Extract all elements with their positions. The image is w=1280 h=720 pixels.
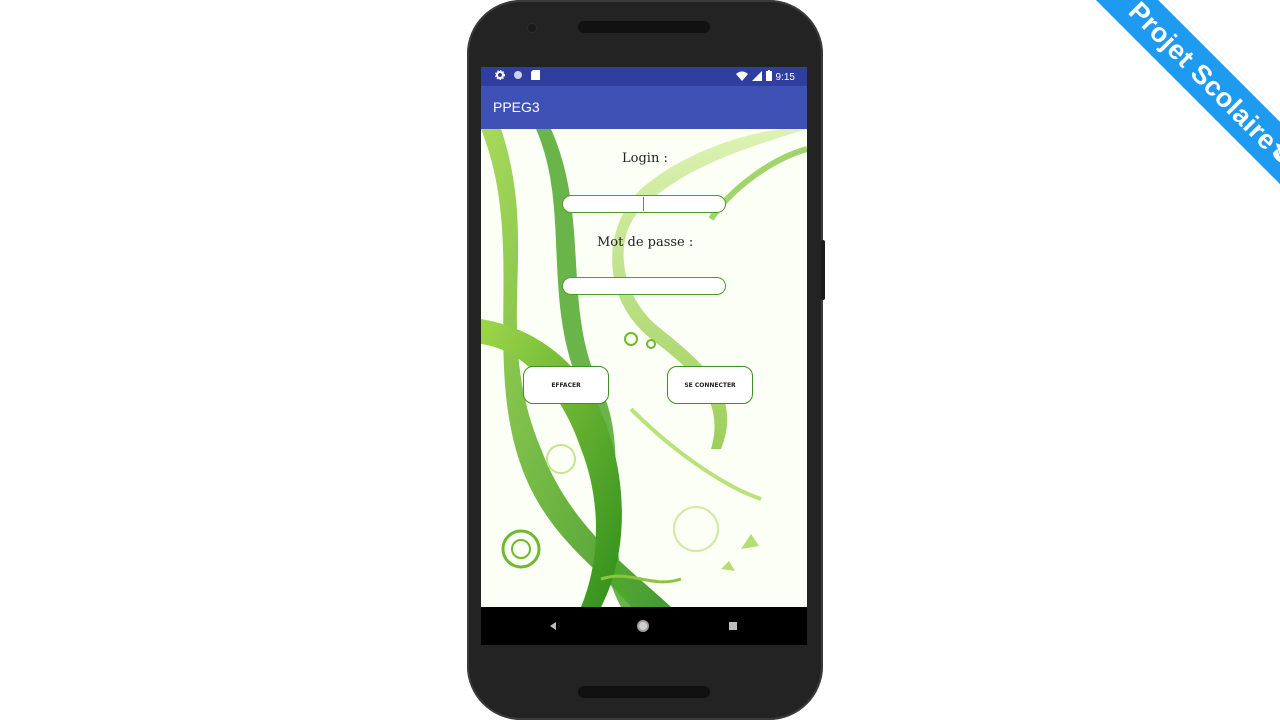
- connect-button[interactable]: SE CONNECTER: [667, 366, 753, 404]
- text-caret: [643, 197, 644, 211]
- status-bar: 9:15: [481, 67, 807, 86]
- ribbon-text: Projet Scolaire: [1123, 0, 1280, 156]
- password-input[interactable]: [562, 277, 726, 295]
- password-label: Mot de passe :: [597, 235, 694, 250]
- app-title: PPEG3: [493, 99, 540, 115]
- bottom-speaker: [578, 686, 710, 698]
- circle-icon: [513, 70, 523, 83]
- login-content: Login : Mot de passe : EFFACER SE CONNEC…: [481, 129, 807, 607]
- login-input[interactable]: [562, 195, 726, 213]
- phone-screen: 9:15 PPEG3 Login: Mot de passe: EFFACE…: [481, 67, 807, 645]
- home-icon[interactable]: [636, 619, 650, 633]
- recents-icon[interactable]: [726, 619, 740, 633]
- corner-ribbon: Projet Scolaire: [1060, 0, 1280, 220]
- login-label: Login :: [622, 151, 668, 166]
- wifi-icon: [735, 71, 748, 84]
- volume-button: [821, 240, 825, 300]
- navigation-bar: [481, 607, 807, 645]
- ribbon-banner: Projet Scolaire: [1083, 0, 1280, 220]
- earpiece-speaker: [578, 21, 710, 33]
- signal-icon: [751, 70, 762, 84]
- back-icon[interactable]: [546, 619, 560, 633]
- clear-button[interactable]: EFFACER: [523, 366, 609, 404]
- status-time: 9:15: [775, 71, 795, 83]
- phone-device: 9:15 PPEG3 Login: Mot de passe: EFFACE…: [467, 0, 825, 720]
- sd-card-icon: [531, 70, 540, 83]
- front-camera: [528, 24, 536, 32]
- settings-icon: [495, 70, 505, 83]
- app-bar: PPEG3: [481, 86, 807, 129]
- battery-icon: [765, 70, 772, 84]
